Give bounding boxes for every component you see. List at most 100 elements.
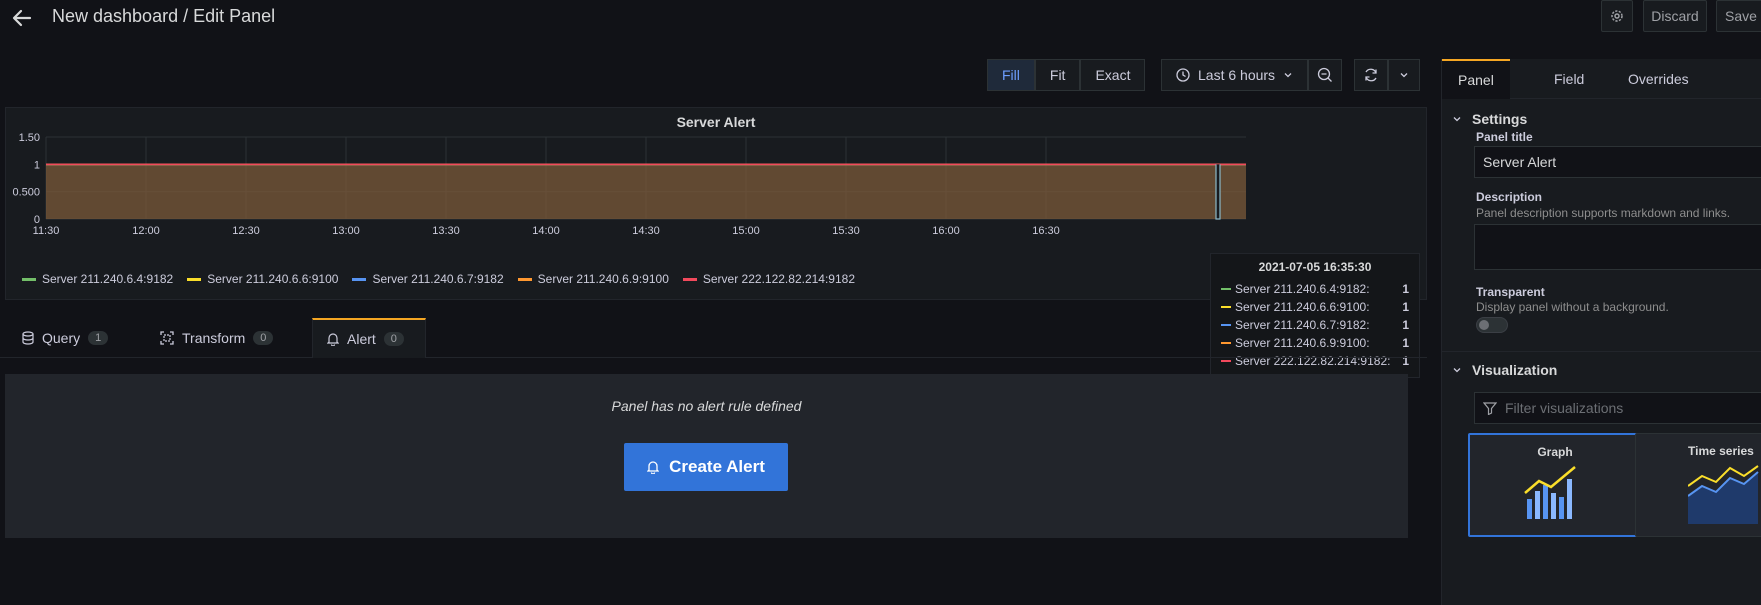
description-label: Description <box>1476 190 1543 204</box>
legend-item[interactable]: Server 211.240.6.9:9100 <box>517 272 669 286</box>
viz-name-graph: Graph <box>1537 445 1573 459</box>
legend-label: Server 222.122.82.214:9182 <box>702 272 855 286</box>
create-alert-button[interactable]: Create Alert <box>624 443 788 491</box>
chevron-down-icon <box>1400 73 1408 78</box>
tab-query-label: Query <box>42 330 81 346</box>
refresh-icon <box>1365 68 1377 82</box>
viz-name-time-series: Time series <box>1688 444 1754 458</box>
x-tick-label: 13:30 <box>432 225 460 237</box>
viz-card-graph[interactable]: Graph <box>1468 433 1642 537</box>
legend-swatch <box>22 277 36 281</box>
y-tick-label: 1 <box>34 159 40 171</box>
tab-overrides[interactable]: Overrides <box>1612 59 1705 99</box>
y-tick-label: 1.50 <box>19 132 40 144</box>
settings-button[interactable] <box>1601 0 1633 32</box>
tab-field[interactable]: Field <box>1538 59 1600 99</box>
tooltip-swatch <box>1221 306 1231 308</box>
tooltip-swatch <box>1221 288 1231 290</box>
filter-icon <box>1483 402 1497 415</box>
exact-button[interactable]: Exact <box>1080 59 1146 91</box>
refresh-button[interactable] <box>1354 59 1388 91</box>
tooltip-swatch <box>1221 360 1231 362</box>
fill-button[interactable]: Fill <box>987 59 1035 91</box>
legend-label: Server 211.240.6.9:9100 <box>537 272 669 286</box>
bell-icon <box>327 333 339 346</box>
viz-card-time-series[interactable]: Time series <box>1635 433 1761 537</box>
series-area <box>46 164 1246 219</box>
tab-query-count: 1 <box>88 331 109 345</box>
tab-transform[interactable]: Transform 0 <box>146 318 287 358</box>
legend-label: Server 211.240.6.6:9100 <box>207 272 339 286</box>
x-tick-label: 16:00 <box>932 225 960 237</box>
tooltip-time: 2021-07-05 16:35:30 <box>1258 260 1372 274</box>
x-tick-label: 14:30 <box>632 225 660 237</box>
fit-button[interactable]: Fit <box>1034 59 1081 91</box>
tooltip-value: 1 <box>1402 282 1409 296</box>
x-tick-label: 12:30 <box>232 225 260 237</box>
transparent-toggle[interactable] <box>1476 317 1508 333</box>
zoom-out-icon <box>1317 67 1333 82</box>
transparent-hint: Display panel without a background. <box>1476 300 1669 314</box>
legend-label: Server 211.240.6.7:9182 <box>372 272 504 286</box>
time-picker-button[interactable]: Last 6 hours <box>1161 59 1309 91</box>
tooltip-row: Server 211.240.6.4:9182: 1 <box>1221 280 1409 298</box>
x-tick-label: 13:00 <box>332 225 360 237</box>
save-button[interactable]: Save <box>1716 0 1761 32</box>
clock-icon <box>1176 68 1190 82</box>
editor-tabs: Query 1 Transform 0 Alert 0 <box>0 318 1427 358</box>
graph-viz-icon <box>1524 466 1576 519</box>
legend-swatch <box>682 277 697 281</box>
chart-plot[interactable]: 00.50011.5011:30 12:00 12:30 13:00 13:30 14:0… <box>6 108 1428 268</box>
panel-title-input[interactable] <box>1474 146 1761 178</box>
chevron-down-icon <box>1284 73 1292 78</box>
chart-legend: Server 211.240.6.4:9182 Server 211.240.6.… <box>22 272 855 286</box>
y-tick-label: 0.500 <box>12 187 40 199</box>
chevron-down-icon <box>1453 117 1461 122</box>
x-tick-label: 12:00 <box>132 225 160 237</box>
transform-icon <box>160 331 174 345</box>
tooltip-value: 1 <box>1402 300 1409 314</box>
options-pane: Panel Field Overrides Settings Panel tit… <box>1441 59 1761 605</box>
arrow-left-icon[interactable] <box>10 6 34 30</box>
gear-icon <box>1611 10 1623 22</box>
chevron-down-icon <box>1453 368 1461 373</box>
toggle-knob <box>1479 320 1489 330</box>
legend-item[interactable]: Server 211.240.6.6:9100 <box>187 272 338 286</box>
x-tick-label: 11:30 <box>33 225 60 237</box>
time-series-viz-icon <box>1688 465 1759 524</box>
page-title: New dashboard / Edit Panel <box>52 6 276 26</box>
tab-transform-count: 0 <box>253 331 274 345</box>
filter-visualizations-input[interactable]: Filter visualizations <box>1474 392 1761 424</box>
tab-alert[interactable]: Alert 0 <box>312 318 426 358</box>
tab-alert-label: Alert <box>347 331 376 347</box>
description-hint: Panel description supports markdown and … <box>1476 206 1731 220</box>
x-tick-label: 15:30 <box>832 225 860 237</box>
options-tabs: Panel Field Overrides <box>1442 59 1761 99</box>
tab-panel[interactable]: Panel <box>1442 59 1510 99</box>
settings-title: Settings <box>1472 111 1528 127</box>
legend-item[interactable]: Server 222.122.82.214:9182 <box>682 272 855 286</box>
refresh-controls <box>1354 59 1420 91</box>
legend-item[interactable]: Server 211.240.6.4:9182 <box>22 272 173 286</box>
zoom-out-button[interactable] <box>1308 59 1343 91</box>
create-alert-label: Create Alert <box>669 457 765 476</box>
tab-query[interactable]: Query 1 <box>8 318 122 358</box>
alert-empty-state: Panel has no alert rule defined Create A… <box>5 374 1408 538</box>
time-controls: Last 6 hours <box>1161 59 1343 91</box>
tab-alert-count: 0 <box>383 332 404 346</box>
panel-title-label: Panel title <box>1476 130 1533 144</box>
legend-swatch <box>517 277 532 281</box>
time-range-label: Last 6 hours <box>1198 67 1276 83</box>
x-tick-label: 14:00 <box>532 225 560 237</box>
discard-button[interactable]: Discard <box>1643 0 1707 32</box>
visualization-title: Visualization <box>1472 362 1558 378</box>
x-tick-label: 15:00 <box>732 225 760 237</box>
description-input[interactable] <box>1474 224 1761 270</box>
legend-item[interactable]: Server 211.240.6.7:9182 <box>352 272 504 286</box>
filter-placeholder: Filter visualizations <box>1505 400 1624 416</box>
visualization-section-header[interactable]: Visualization <box>1442 352 1761 388</box>
refresh-interval-dropdown[interactable] <box>1388 59 1420 91</box>
top-bar: New dashboard / Edit Panel Discard Save <box>0 0 1761 36</box>
alert-message: Panel has no alert rule defined <box>611 398 802 414</box>
transparent-label: Transparent <box>1476 285 1545 299</box>
